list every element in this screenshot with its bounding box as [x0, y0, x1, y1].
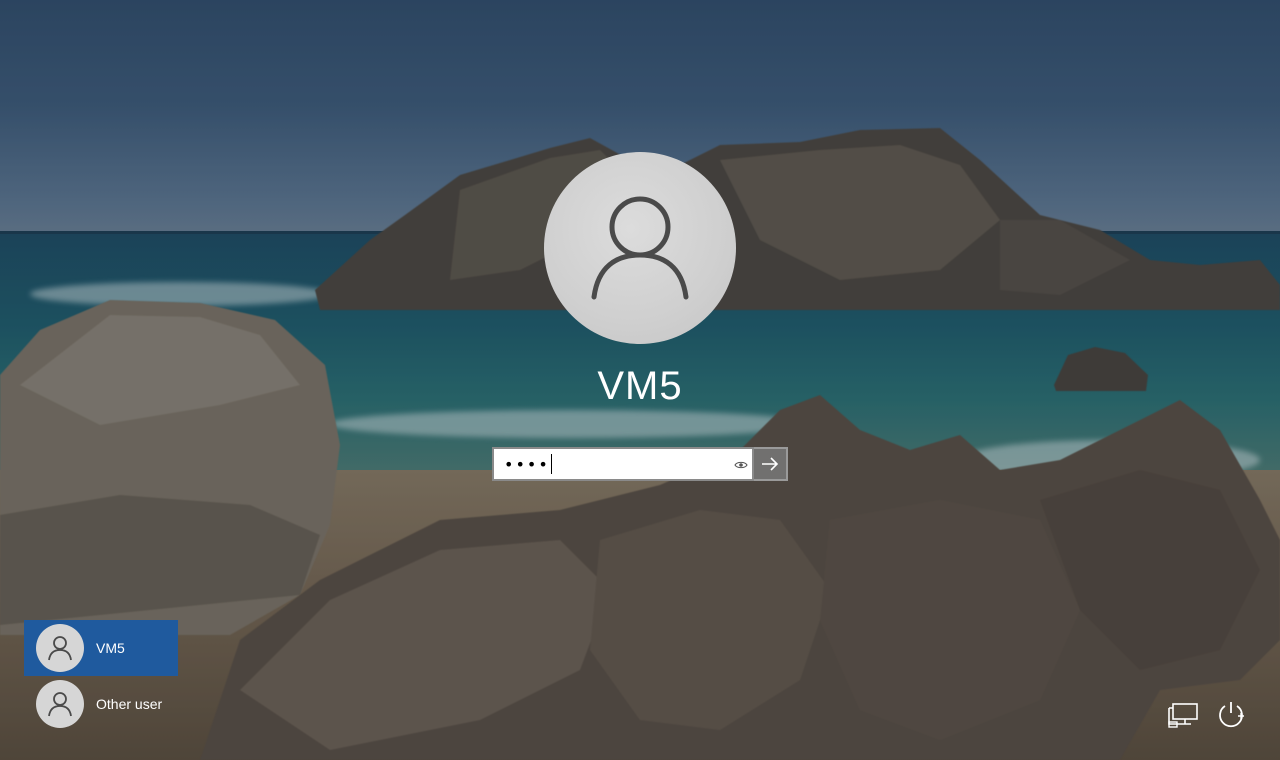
avatar — [36, 680, 84, 728]
network-icon[interactable] — [1167, 698, 1201, 732]
password-input[interactable]: •••• — [492, 447, 754, 481]
avatar — [36, 624, 84, 672]
password-value: •••• — [504, 454, 550, 474]
user-icon — [48, 636, 72, 661]
user-list-item-vm5[interactable]: VM5 — [24, 620, 178, 676]
user-avatar-large — [544, 152, 736, 344]
user-list-item-other-user[interactable]: Other user — [24, 676, 178, 732]
user-list-label: Other user — [96, 696, 163, 712]
user-icon — [591, 196, 689, 300]
power-icon[interactable] — [1214, 698, 1248, 732]
user-list-label: VM5 — [96, 640, 125, 656]
submit-button[interactable] — [754, 447, 788, 481]
login-user-name: VM5 — [597, 364, 683, 408]
user-icon — [48, 692, 72, 717]
eye-icon[interactable] — [734, 458, 748, 472]
text-caret — [550, 454, 552, 474]
arrow-right-icon — [762, 457, 779, 471]
password-box: •••• — [492, 447, 788, 481]
user-list: VM5 Other user — [24, 620, 178, 732]
